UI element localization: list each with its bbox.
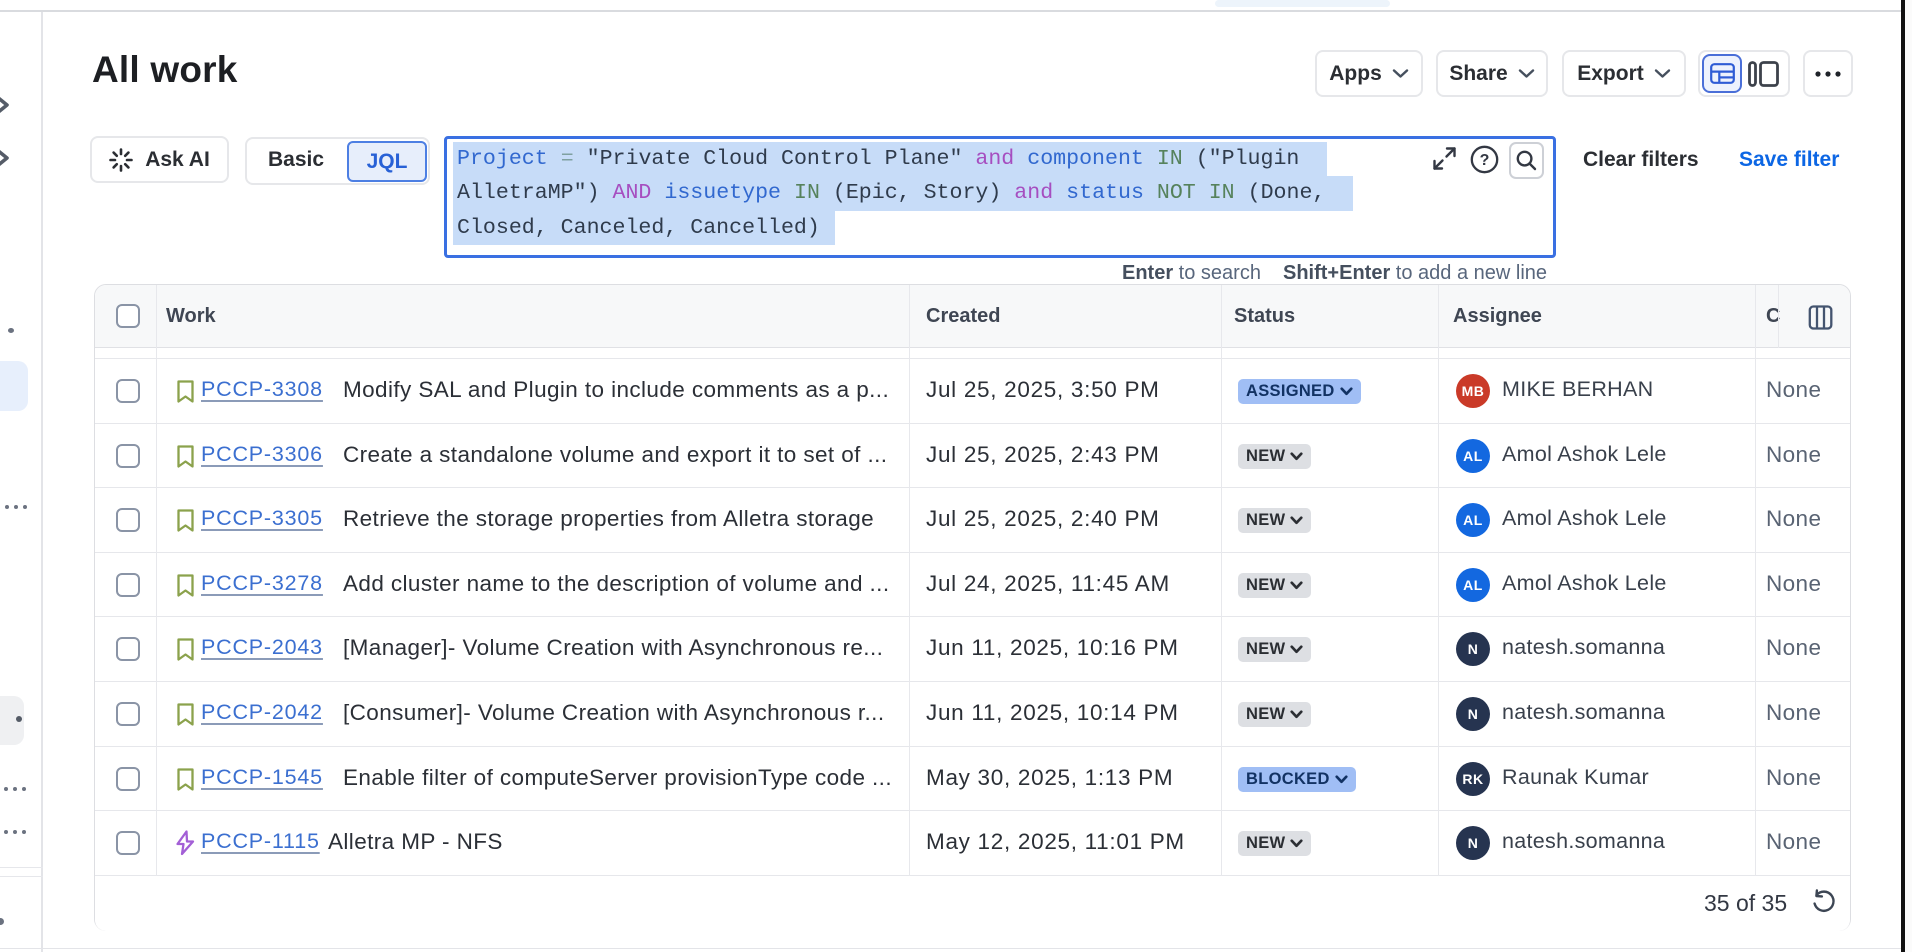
svg-text:?: ?: [1480, 152, 1490, 169]
